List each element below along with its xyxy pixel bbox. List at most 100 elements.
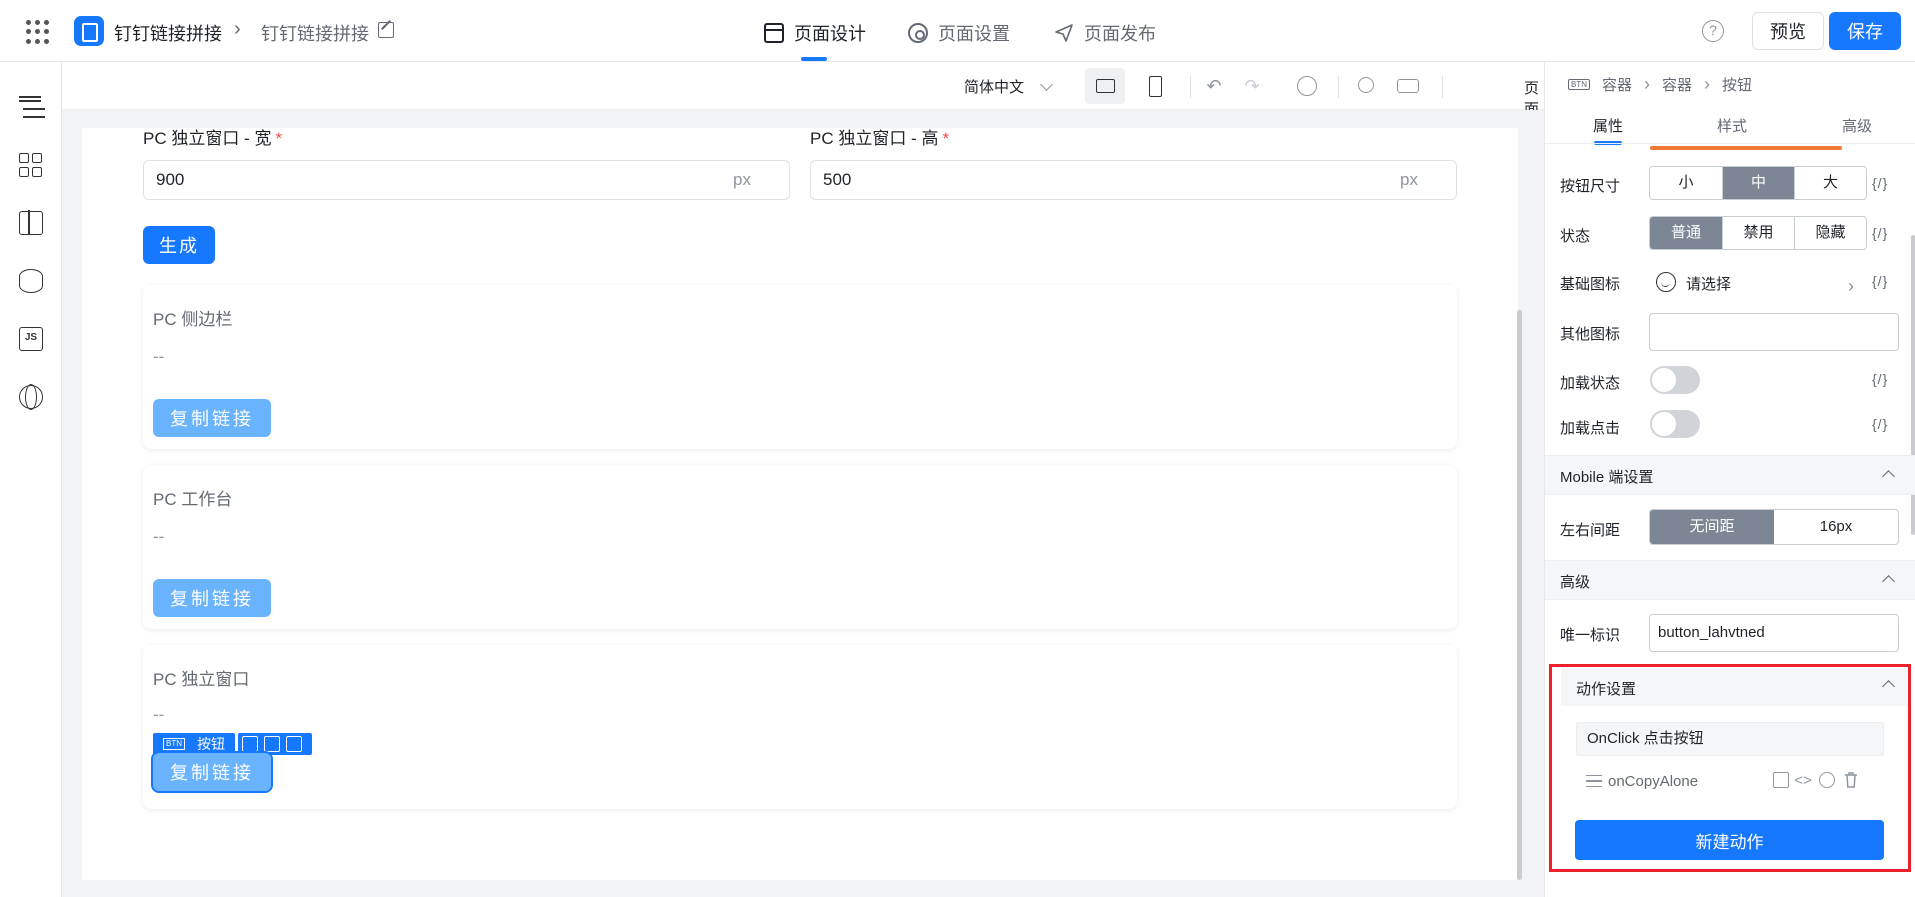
- save-button[interactable]: 保存: [1829, 12, 1901, 50]
- components-grid-icon[interactable]: [19, 153, 43, 177]
- selected-component-label: 按钮: [197, 736, 225, 752]
- delete-icon[interactable]: [286, 736, 302, 752]
- card-pc-sidebar[interactable]: PC 侧边栏 -- 复制链接: [143, 285, 1457, 449]
- card-pc-standalone-window[interactable]: PC 独立窗口 -- BTN 按钮 复制链接: [143, 645, 1457, 809]
- language-select[interactable]: 简体中文: [964, 76, 1053, 97]
- expression-icon[interactable]: {/}: [1872, 371, 1888, 387]
- mobile-settings-section-header[interactable]: Mobile 端设置: [1545, 455, 1915, 495]
- unique-id-input[interactable]: button_lahvtned: [1649, 614, 1899, 652]
- size-medium-option[interactable]: 中: [1722, 167, 1794, 199]
- expression-icon[interactable]: {/}: [1872, 273, 1888, 289]
- preview-button[interactable]: 预览: [1752, 12, 1824, 50]
- loading-click-toggle[interactable]: [1650, 410, 1700, 438]
- canvas-scrollbar[interactable]: [1517, 310, 1522, 880]
- tab-page-settings[interactable]: 页面设置: [908, 18, 1010, 48]
- chevron-down-icon: [1040, 77, 1053, 91]
- globe-icon[interactable]: [19, 384, 43, 410]
- selected-component-tag[interactable]: BTN 按钮: [153, 733, 235, 755]
- loading-state-toggle[interactable]: [1650, 366, 1700, 394]
- code-icon[interactable]: <>: [1794, 772, 1812, 790]
- button-size-segmented[interactable]: 小 中 大: [1649, 166, 1867, 200]
- spacing-16px-option[interactable]: 16px: [1774, 510, 1898, 544]
- delete-icon[interactable]: [1842, 772, 1860, 790]
- undo-icon[interactable]: ↶: [1204, 77, 1224, 95]
- section-title: 高级: [1560, 574, 1591, 591]
- data-source-icon[interactable]: [19, 269, 43, 293]
- smile-icon[interactable]: [1656, 272, 1676, 292]
- search-icon[interactable]: [1358, 77, 1374, 93]
- top-bar: 钉钉链接拼接 › 钉钉链接拼接 页面设计 页面设置 页面发布 ? 预览 保存: [0, 0, 1915, 62]
- action-item[interactable]: onCopyAlone <>: [1576, 768, 1884, 796]
- gear-icon[interactable]: [1819, 772, 1835, 788]
- other-icon-input[interactable]: [1649, 313, 1899, 351]
- redo-icon[interactable]: ↷: [1242, 77, 1262, 95]
- chevron-up-icon: [1882, 470, 1895, 483]
- height-input[interactable]: 500 px: [810, 160, 1457, 200]
- keyboard-icon[interactable]: [1397, 79, 1419, 93]
- outline-tree-icon[interactable]: [19, 96, 43, 120]
- expression-icon[interactable]: {/}: [1872, 225, 1888, 241]
- horizontal-spacing-segmented[interactable]: 无间距 16px: [1649, 509, 1899, 545]
- size-small-option[interactable]: 小: [1650, 167, 1722, 199]
- section-title: Mobile 端设置: [1560, 469, 1654, 486]
- card-pc-workbench[interactable]: PC 工作台 -- 复制链接: [143, 465, 1457, 629]
- size-large-option[interactable]: 大: [1794, 167, 1866, 199]
- status-hidden-option[interactable]: 隐藏: [1794, 217, 1866, 249]
- button-type-icon: BTN: [163, 738, 185, 750]
- js-code-icon[interactable]: JS: [19, 327, 43, 351]
- language-value: 简体中文: [964, 79, 1025, 96]
- tab-properties[interactable]: 属性: [1593, 115, 1623, 136]
- mobile-view-icon[interactable]: [1135, 68, 1175, 104]
- advanced-section-header[interactable]: 高级: [1545, 560, 1915, 600]
- copy-link-button[interactable]: 复制链接: [153, 579, 271, 617]
- card-title: PC 独立窗口: [153, 670, 250, 689]
- new-action-button[interactable]: 新建动作: [1575, 820, 1884, 860]
- add-component-icon[interactable]: [242, 736, 258, 752]
- button-type-icon: BTN: [1568, 79, 1590, 90]
- app-grid-icon[interactable]: [26, 20, 50, 44]
- breadcrumb-item[interactable]: 容器: [1602, 74, 1632, 95]
- tab-page-publish[interactable]: 页面发布: [1054, 18, 1156, 48]
- generate-button[interactable]: 生成: [143, 226, 215, 264]
- send-icon: [1054, 23, 1074, 43]
- chevron-right-icon: ›: [234, 18, 241, 40]
- tab-style[interactable]: 样式: [1717, 115, 1747, 136]
- width-input[interactable]: 900 px: [143, 160, 790, 200]
- base-icon-select[interactable]: 请选择: [1686, 273, 1731, 294]
- breadcrumb-item[interactable]: 容器: [1662, 74, 1692, 95]
- expression-icon[interactable]: {/}: [1872, 175, 1888, 191]
- page-design-icon: [764, 23, 784, 43]
- height-unit: px: [1400, 170, 1418, 189]
- action-settings-section-header[interactable]: 动作设置: [1561, 668, 1907, 706]
- desktop-view-icon[interactable]: [1085, 68, 1125, 104]
- loading-state-label: 加载状态: [1560, 375, 1621, 392]
- copy-icon[interactable]: [264, 736, 280, 752]
- other-icon-label: 其他图标: [1560, 326, 1621, 343]
- drag-handle-icon[interactable]: [1586, 775, 1602, 787]
- tab-advanced[interactable]: 高级: [1842, 115, 1872, 136]
- breadcrumb-item[interactable]: 按钮: [1722, 74, 1752, 95]
- status-normal-option[interactable]: 普通: [1650, 217, 1722, 249]
- spacing-none-option[interactable]: 无间距: [1650, 510, 1774, 544]
- tab-page-design[interactable]: 页面设计: [764, 18, 866, 48]
- status-disabled-option[interactable]: 禁用: [1722, 217, 1794, 249]
- onclick-event-row[interactable]: OnClick 点击按钮: [1576, 722, 1884, 756]
- expression-icon[interactable]: {/}: [1872, 416, 1888, 432]
- width-unit: px: [733, 170, 751, 189]
- chevron-right-icon: ›: [1644, 74, 1651, 94]
- status-segmented[interactable]: 普通 禁用 隐藏: [1649, 216, 1867, 250]
- copy-link-button[interactable]: 复制链接: [153, 399, 271, 437]
- divider: [1338, 76, 1339, 98]
- width-field-label: PC 独立窗口 - 宽 *: [143, 129, 283, 148]
- copy-link-button-selected[interactable]: 复制链接: [151, 751, 273, 793]
- divider: [1190, 76, 1191, 98]
- layout-icon[interactable]: [19, 210, 43, 235]
- active-tab-indicator: [801, 57, 827, 61]
- history-icon[interactable]: [1297, 76, 1317, 96]
- app-title[interactable]: 钉钉链接拼接: [114, 20, 222, 46]
- card-title: PC 工作台: [153, 490, 233, 509]
- edit-icon[interactable]: [378, 22, 394, 38]
- help-icon[interactable]: ?: [1702, 20, 1724, 42]
- copy-icon[interactable]: [1773, 772, 1789, 788]
- chevron-right-icon[interactable]: ›: [1848, 276, 1854, 297]
